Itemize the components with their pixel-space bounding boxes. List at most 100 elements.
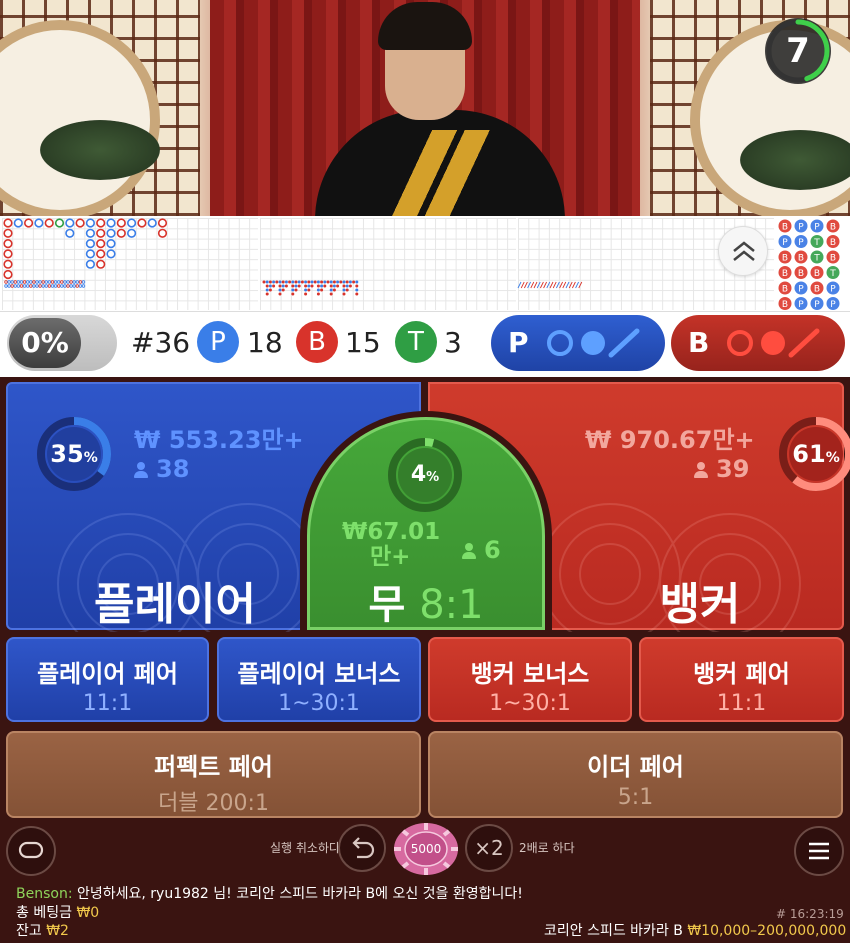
small-road-mark [50, 280, 55, 284]
small-road-mark [75, 284, 79, 288]
bead-letter: B [782, 300, 788, 310]
cockroach-road-mark [559, 281, 564, 289]
banker-predict-button[interactable]: B [671, 315, 845, 371]
banker-pair-bet[interactable]: 뱅커 페어 11:1 [639, 637, 844, 722]
small-road-mark [69, 280, 73, 284]
small-road-mark [50, 284, 55, 288]
big-eye-road-mark [272, 284, 276, 288]
small-road-mark [44, 284, 48, 288]
big-eye-road-mark [268, 284, 272, 288]
big-road-mark [106, 228, 116, 238]
bead-letter: B [798, 254, 804, 264]
big-eye-road-mark [272, 280, 276, 284]
banker-percent: 61% [792, 440, 840, 468]
big-eye-road-mark [294, 284, 298, 288]
big-eye-road-mark [336, 280, 340, 284]
big-road-mark [116, 228, 126, 238]
big-road-mark [3, 218, 13, 228]
big-eye-road-mark [345, 280, 349, 284]
small-road-mark [38, 284, 42, 288]
big-road-mark [157, 228, 168, 238]
bead-letter: B [782, 285, 788, 295]
expand-roadmap-button[interactable] [718, 226, 768, 276]
small-road-mark [63, 284, 67, 288]
big-eye-road-mark [291, 284, 295, 288]
small-road-mark [38, 280, 42, 284]
big-eye-road-mark [355, 280, 359, 284]
big-eye-road-mark [342, 292, 346, 296]
big-eye-road-mark [284, 284, 288, 288]
big-eye-road-mark [297, 284, 301, 288]
cockroach-road-mark [575, 281, 580, 289]
chat-bubble-icon [18, 841, 44, 859]
small-road-mark [41, 280, 45, 284]
bead-letter: B [814, 269, 820, 279]
big-eye-road-mark [323, 284, 327, 288]
big-eye-road-mark [291, 292, 295, 296]
countdown-timer: 7 [765, 18, 831, 84]
live-video [0, 0, 850, 216]
bead-letter: B [798, 269, 804, 279]
small-road-mark [7, 284, 11, 288]
big-eye-road-mark [265, 292, 269, 296]
big-eye-road-mark [278, 284, 282, 288]
player-user-count: 38 [134, 455, 189, 483]
tie-count: 3 [444, 326, 462, 359]
either-pair-bet[interactable]: 이더 페어 5:1 [428, 731, 843, 818]
player-bonus-bet[interactable]: 플레이어 보너스 1~30:1 [217, 637, 421, 722]
big-eye-road-mark [291, 280, 295, 284]
big-eye-road-mark [265, 284, 269, 288]
big-eye-road-mark [332, 284, 336, 288]
chat-button[interactable] [6, 826, 56, 876]
player-percent: 35% [50, 440, 98, 468]
user-icon [694, 462, 708, 478]
big-eye-road-mark [294, 288, 298, 292]
table-info: 코리안 스피드 바카라 B ₩10,000–200,000,000 [544, 923, 847, 939]
chip-selector[interactable]: 5000 [393, 822, 459, 876]
small-road-mark [22, 280, 27, 284]
percent-toggle-label: 0% [9, 318, 81, 368]
small-road-mark [22, 284, 27, 288]
big-road-mark [116, 218, 126, 228]
big-road-mark [157, 218, 168, 228]
big-eye-road-mark [268, 280, 272, 284]
big-road-mark [85, 259, 95, 269]
svg-text:5000: 5000 [411, 842, 442, 856]
small-road-mark [4, 280, 8, 284]
cockroach-road-mark [539, 281, 544, 289]
big-road-mark [85, 218, 95, 228]
small-road-mark [60, 280, 64, 284]
menu-button[interactable] [794, 826, 844, 876]
big-eye-road-mark [307, 284, 311, 288]
big-eye-road-mark [313, 280, 317, 284]
bead-letter: P [798, 285, 804, 295]
double-button[interactable]: ×2 [465, 824, 513, 872]
big-eye-road-mark [265, 280, 269, 284]
big-road-mark [85, 239, 95, 249]
banker-bonus-bet[interactable]: 뱅커 보너스 1~30:1 [428, 637, 632, 722]
big-road-mark [24, 218, 34, 228]
cockroach-road-mark [536, 281, 541, 289]
big-eye-road-mark [345, 284, 349, 288]
perfect-pair-bet[interactable]: 퍼펙트 페어 더블 200:1 [6, 731, 421, 818]
big-eye-road-mark [268, 288, 272, 292]
undo-button[interactable] [338, 824, 386, 872]
bead-letter: B [782, 223, 788, 233]
big-eye-road-mark [307, 280, 311, 284]
big-road-mark [147, 218, 157, 228]
big-eye-road-mark [339, 280, 343, 284]
cockroach-road-mark [527, 281, 532, 289]
player-predict-button[interactable]: P [491, 315, 665, 371]
big-eye-road-mark [304, 292, 308, 296]
small-road-mark [57, 284, 61, 288]
cockroach-road-mark [568, 281, 573, 289]
small-road-mark [16, 284, 21, 288]
player-pair-bet[interactable]: 플레이어 페어 11:1 [6, 637, 209, 722]
small-road-mark [63, 280, 67, 284]
player-bet-amount: ₩ 553.23만+ [134, 426, 304, 454]
small-road-mark [35, 280, 39, 284]
balance: 잔고 ₩2 [16, 923, 69, 939]
cockroach-road-mark [546, 281, 551, 289]
small-road-mark [19, 284, 24, 288]
cockroach-road-mark [565, 281, 570, 289]
